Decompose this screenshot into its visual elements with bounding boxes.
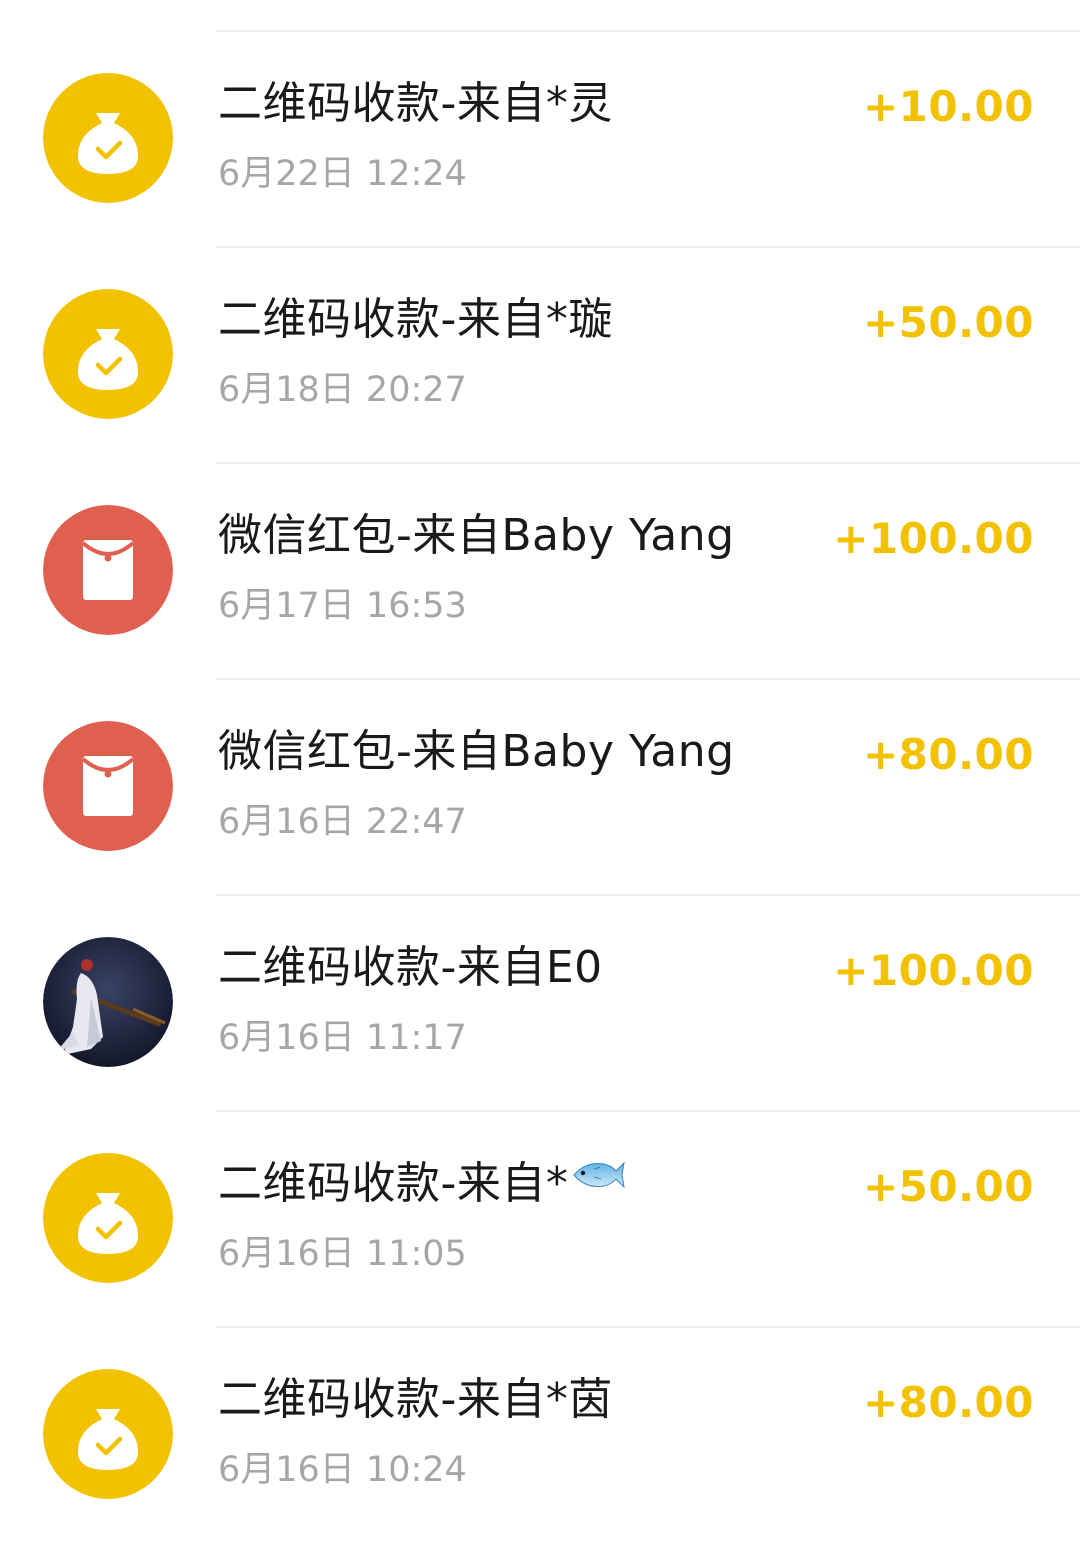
transaction-amount: +50.00	[862, 298, 1034, 347]
transaction-amount: +100.00	[833, 514, 1034, 563]
transaction-row[interactable]: 微信红包-来自Baby Yang 6月16日 22:47 +80.00	[0, 680, 1080, 896]
transaction-time: 6月16日 10:24	[218, 1450, 467, 1490]
transaction-title: 二维码收款-来自*茵	[218, 1374, 613, 1425]
transaction-title: 二维码收款-来自E0	[218, 942, 603, 993]
transaction-row[interactable]: 微信红包-来自Baby Yang 6月17日 16:53 +100.00	[0, 464, 1080, 680]
transaction-time: 6月17日 16:53	[218, 586, 467, 626]
money-bag-icon	[43, 1153, 173, 1283]
money-bag-icon	[43, 1369, 173, 1499]
user-avatar	[43, 937, 173, 1067]
red-packet-icon	[43, 505, 173, 635]
fish-icon	[570, 1153, 626, 1209]
transaction-amount: +50.00	[862, 1162, 1034, 1211]
transaction-title: 二维码收款-来自*璇	[218, 294, 613, 345]
transaction-title-wrapper: 二维码收款-来自*	[218, 1156, 626, 1212]
transaction-time: 6月22日 12:24	[218, 154, 467, 194]
transaction-title: 微信红包-来自Baby Yang	[218, 726, 735, 777]
transaction-amount: +100.00	[833, 946, 1034, 995]
transaction-row[interactable]: 二维码收款-来自* 6月16日 11:05 +50.00	[0, 1112, 1080, 1328]
transaction-amount: +80.00	[862, 730, 1034, 779]
money-bag-icon	[43, 73, 173, 203]
transaction-amount: +80.00	[862, 1378, 1034, 1427]
money-bag-icon	[43, 289, 173, 419]
transaction-amount: +10.00	[862, 82, 1034, 131]
transaction-time: 6月18日 20:27	[218, 370, 467, 410]
transaction-title: 二维码收款-来自*	[218, 1158, 569, 1209]
transaction-row[interactable]: 二维码收款-来自*璇 6月18日 20:27 +50.00	[0, 248, 1080, 464]
transaction-title: 二维码收款-来自*灵	[218, 78, 613, 129]
transaction-row[interactable]: 二维码收款-来自*茵 6月16日 10:24 +80.00	[0, 1328, 1080, 1544]
transaction-time: 6月16日 22:47	[218, 802, 467, 842]
red-packet-icon	[43, 721, 173, 851]
transaction-title: 微信红包-来自Baby Yang	[218, 510, 735, 561]
transaction-row[interactable]: 二维码收款-来自E0 6月16日 11:17 +100.00	[0, 896, 1080, 1112]
transaction-row[interactable]: 二维码收款-来自*灵 6月22日 12:24 +10.00	[0, 32, 1080, 248]
transaction-time: 6月16日 11:17	[218, 1018, 467, 1058]
transaction-time: 6月16日 11:05	[218, 1234, 467, 1274]
